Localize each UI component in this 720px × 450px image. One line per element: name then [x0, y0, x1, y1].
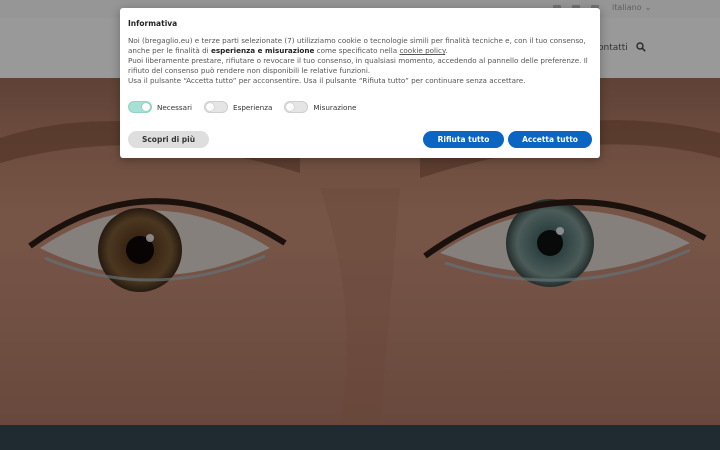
dialog-body: Noi (bregaglio.eu) e terze parti selezio… — [128, 36, 592, 86]
esperienza-switch[interactable] — [204, 101, 229, 113]
toggle-esperienza[interactable]: Esperienza — [204, 101, 272, 113]
toggle-label-misurazione: Misurazione — [313, 102, 357, 112]
necessari-switch[interactable] — [128, 101, 152, 113]
toggle-label-necessari: Necessari — [157, 102, 193, 112]
reject-all-button[interactable]: Rifiuta tutto — [423, 131, 504, 148]
cookie-consent-dialog: Informativa Noi (bregaglio.eu) e terze p… — [120, 8, 600, 158]
preference-toggles: Necessari Esperienza Misurazione — [128, 101, 368, 113]
cookie-policy-link[interactable]: cookie policy — [399, 46, 445, 55]
consent-text-2: come specificato nella — [316, 46, 398, 55]
consent-text-5: Usa il pulsante “Accetta tutto” per acco… — [128, 76, 526, 85]
toggle-necessari[interactable]: Necessari — [128, 101, 192, 113]
accept-all-button[interactable]: Accetta tutto — [508, 131, 592, 148]
toggle-label-esperienza: Esperienza — [233, 102, 273, 112]
dialog-title: Informativa — [128, 19, 178, 28]
consent-text-4: Puoi liberamente prestare, rifiutare o r… — [128, 56, 588, 75]
learn-more-button[interactable]: Scopri di più — [128, 131, 209, 148]
misurazione-switch[interactable] — [284, 101, 309, 113]
consent-text-bold: esperienza e misurazione — [210, 46, 315, 55]
consent-text-3: . — [445, 46, 448, 55]
toggle-misurazione[interactable]: Misurazione — [284, 101, 356, 113]
